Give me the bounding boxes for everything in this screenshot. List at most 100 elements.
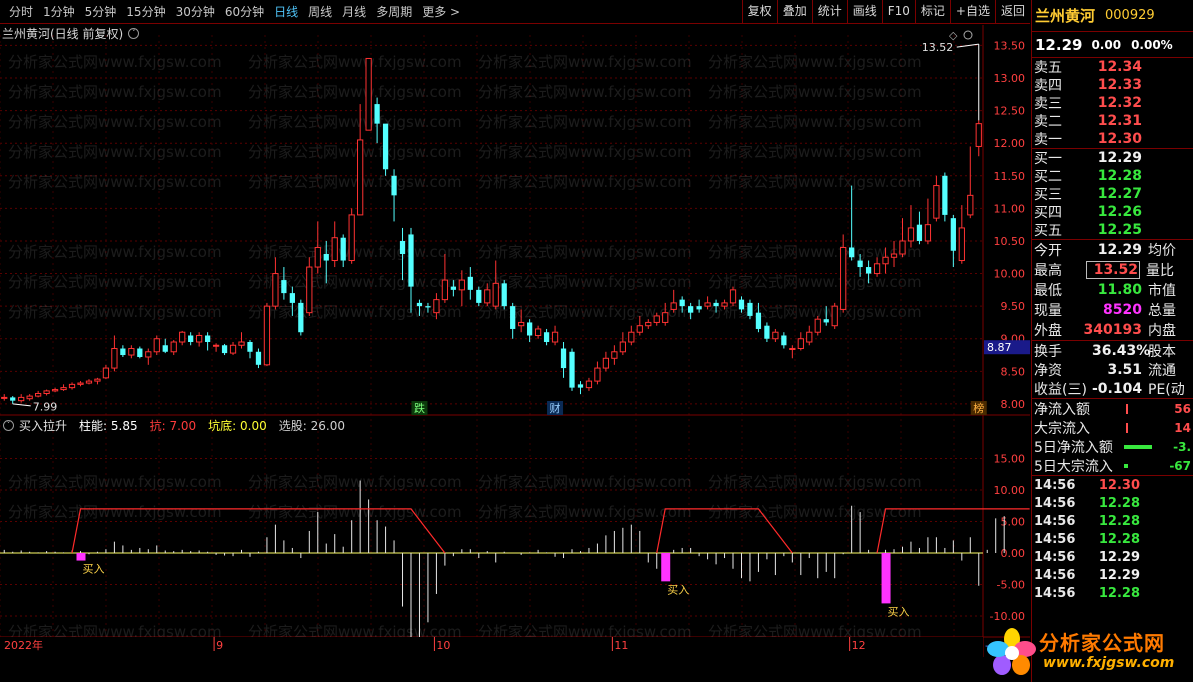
tool-button-7[interactable]: 返回 [994,0,1030,24]
current-price-label: 8.87 [987,341,1012,354]
time-axis-label: 11 [614,639,628,652]
candle-body-up [619,341,626,353]
candle-body-up [831,305,838,327]
stat-label: 现量 [1034,303,1062,319]
kline-chart[interactable]: 13.50 13.00 12.50 12.00 11.50 11.00 10.50 10.00… [0,25,1030,657]
tool-button-4[interactable]: F10 [881,0,915,24]
tick-row-2: 14:56 12.28 [1032,512,1193,530]
finance-value: 3.51 [1107,361,1142,378]
watermark-text: 分析家公式网www.fxjgsw.com [708,53,922,71]
tab-7[interactable]: 周线 [303,0,337,24]
watermark-text: 分析家公式网www.fxjgsw.com [708,113,922,131]
candle-body-up [721,302,728,307]
ask-label: 卖四 [1034,78,1062,94]
tab-1[interactable]: 1分钟 [38,0,80,24]
watermark-text: 分析家公式网www.fxjgsw.com [248,273,462,291]
watermark-text: 分析家公式网www.fxjgsw.com [8,143,222,161]
candle-body-up [975,123,982,147]
finance-row-0: 换手 36.43% 股本 [1032,341,1193,360]
tool-button-0[interactable]: 复权 [741,0,777,24]
ask-price: 12.34 [1097,59,1142,75]
time-axis-label: 2022年 [4,638,43,652]
indicator-values: 柱能: 5.85 抗: 7.00 坑底: 0.00 选股: 26.00 [71,417,349,434]
bid-label: 买三 [1034,187,1062,203]
watermark-text: 分析家公式网www.fxjgsw.com [478,243,692,261]
stat-label-2: 量比 [1146,263,1174,279]
tab-6[interactable]: 日线 [269,0,303,24]
tick-row-0: 14:56 12.30 [1032,476,1193,494]
chevron-down-icon[interactable]: ˅ [3,419,14,431]
watermark-text: 分析家公式网www.fxjgsw.com [708,243,922,261]
tab-3[interactable]: 15分钟 [121,0,170,24]
stat-value: 12.29 [1097,242,1142,258]
price-tick-label: 11.00 [994,202,1026,215]
candle-body-down [10,397,16,401]
candle-body-up [179,331,186,343]
tool-button-3[interactable]: 画线 [846,0,882,24]
ask-price: 12.30 [1097,131,1142,147]
watermark-text: 分析家公式网www.fxjgsw.com [478,53,692,71]
watermark-text: 分析家公式网www.fxjgsw.com [8,173,222,191]
stat-row-3: 现量 8520 总量 [1032,300,1193,320]
flow-value: 14 [1174,420,1191,435]
candle-body-up [534,328,542,336]
candle-body-up [662,312,669,323]
indicator-name[interactable]: 买入拉升 [19,417,67,434]
candle-body-up [899,240,906,255]
period-toolbar: 分时 1分钟 5分钟 15分钟 30分钟 60分钟 日线 周线 月线 多周期 更多 > 复权 叠加 统计… [0,0,1030,24]
candle-body-up [365,57,372,131]
event-tag: 榜 [973,401,984,415]
indicator-tick-label: -10.00 [990,610,1025,623]
price-tick-label: 13.00 [994,72,1026,85]
quote-panel: 兰州黄河 000929 12.29 0.00 0.00% 卖五 12.34 卖四 12… [1031,0,1193,682]
price-change-pct: 0.00% [1131,37,1173,52]
tab-10[interactable]: 更多 > [417,0,465,24]
stat-row-2: 最低 11.80 市值 [1032,280,1193,300]
candle-body-up [51,389,59,392]
tool-button-1[interactable]: 叠加 [776,0,812,24]
time-axis-label: 10 [436,639,450,652]
watermark-text: 分析家公式网www.fxjgsw.com [8,113,222,131]
tool-button-5[interactable]: 标记 [914,0,950,24]
candle-body-down [747,302,753,316]
tab-9[interactable]: 多周期 [371,0,417,24]
tab-2[interactable]: 5分钟 [80,0,122,24]
candle-body-up [636,325,643,333]
candle-body-down [399,240,406,255]
candle-body-down [408,234,414,287]
ask-label: 卖一 [1034,132,1062,148]
tick-row-6: 14:56 12.28 [1032,584,1193,602]
candle-body-up [128,348,135,356]
tick-time: 14:56 [1034,531,1076,547]
candle-body-down [221,345,228,354]
candle-body-up [229,344,237,354]
candle-body-up [772,331,779,340]
ask-row-4: 卖一 12.30 [1032,130,1193,148]
event-tag: 跌 [414,401,425,415]
candle-body-up [111,348,118,369]
tool-button-2[interactable]: 统计 [811,0,847,24]
buy-signal-label: 买入 [667,583,689,596]
candle-body-up [196,334,203,343]
candle-body-up [26,395,33,400]
tab-8[interactable]: 月线 [337,0,371,24]
candle-body-up [789,348,796,351]
low-price-label: 7.99 [33,401,58,414]
bid-label: 买四 [1034,205,1062,221]
candle-body-up [729,289,737,304]
tab-4[interactable]: 30分钟 [171,0,220,24]
watermark-text: 分析家公式网www.fxjgsw.com [8,503,222,521]
tool-button-6[interactable]: +自选 [949,0,995,24]
bid-price: 12.29 [1097,150,1142,166]
candle-body-down [137,348,143,357]
candle-body-down [696,306,702,310]
candle-body-down [849,247,855,258]
tab-5[interactable]: 60分钟 [220,0,269,24]
last-price: 12.29 [1035,35,1083,54]
candle-body-up [518,321,525,327]
candle-body-down [781,335,787,346]
price-tick-label: 10.00 [994,268,1026,281]
candle-body-down [247,341,253,352]
tab-0[interactable]: 分时 [4,0,38,24]
candle-body-down [560,348,567,369]
